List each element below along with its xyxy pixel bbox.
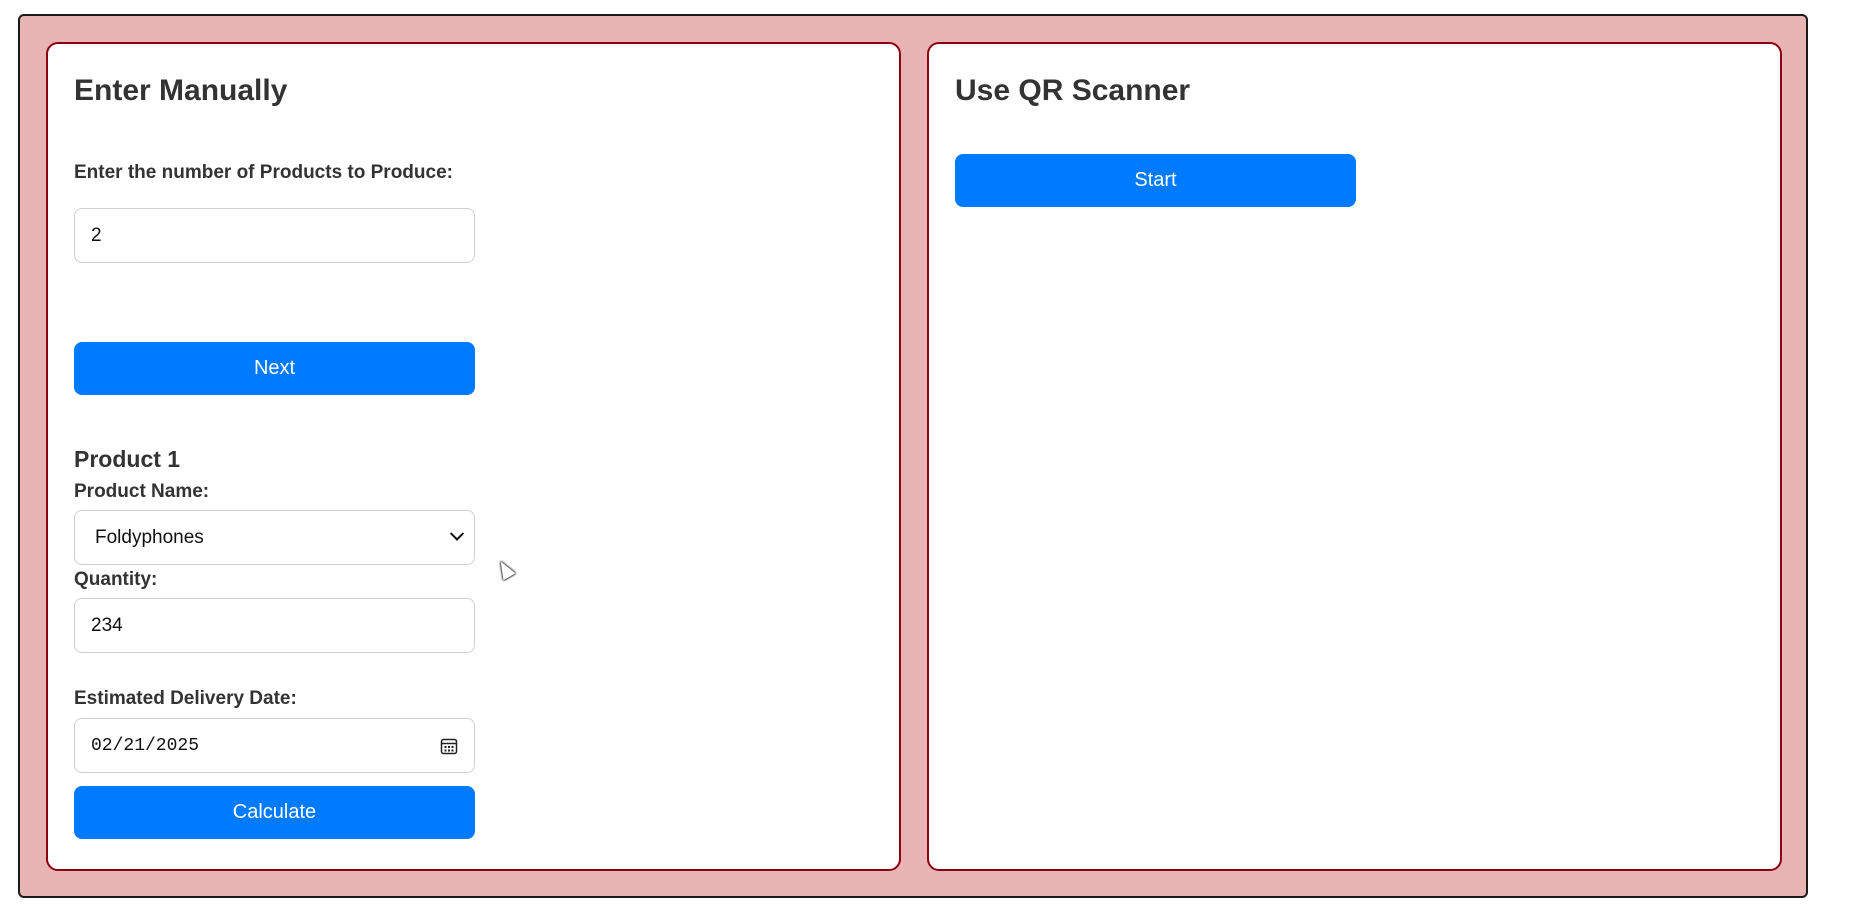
page-container: Enter Manually Enter the number of Produ… — [18, 14, 1808, 898]
manual-entry-panel: Enter Manually Enter the number of Produ… — [46, 42, 901, 871]
quantity-label: Quantity: — [74, 569, 158, 590]
calendar-icon[interactable] — [440, 737, 458, 755]
product-heading: Product 1 — [74, 446, 181, 472]
delivery-date-input[interactable]: 02/21/2025 — [74, 718, 475, 773]
manual-entry-title: Enter Manually — [74, 74, 288, 107]
qr-scanner-panel: Use QR Scanner Start — [927, 42, 1782, 871]
calculate-button[interactable]: Calculate — [74, 786, 475, 839]
delivery-date-label: Estimated Delivery Date: — [74, 688, 297, 709]
start-scan-button[interactable]: Start — [955, 154, 1356, 207]
product-count-value: 2 — [91, 224, 102, 246]
next-button[interactable]: Next — [74, 342, 475, 395]
quantity-input[interactable]: 234 — [74, 598, 475, 653]
qr-scanner-title: Use QR Scanner — [955, 74, 1191, 107]
quantity-value: 234 — [91, 614, 123, 636]
chevron-down-icon — [449, 526, 465, 541]
product-name-select[interactable]: Foldyphones — [74, 510, 475, 565]
product-count-input[interactable]: 2 — [74, 208, 475, 263]
product-count-label: Enter the number of Products to Produce: — [74, 162, 453, 183]
product-name-label: Product Name: — [74, 481, 210, 502]
product-name-value: Foldyphones — [95, 526, 204, 548]
delivery-date-value: 02/21/2025 — [91, 735, 200, 756]
